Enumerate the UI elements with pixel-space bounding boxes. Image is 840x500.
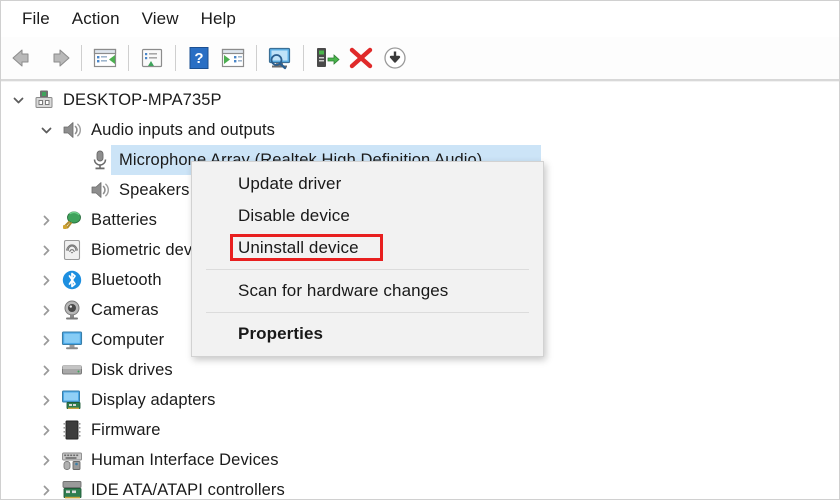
tree-item-display-adapters[interactable]: Display adapters: [1, 385, 839, 415]
tree-item-label: Display adapters: [91, 390, 216, 409]
chevron-down-icon[interactable]: [5, 85, 31, 115]
tree-item-audio-inputs-and-outputs[interactable]: Audio inputs and outputs: [1, 115, 839, 145]
tree-item-label: Firmware: [91, 420, 161, 439]
chevron-right-icon[interactable]: [33, 355, 59, 385]
chevron-right-icon[interactable]: [33, 385, 59, 415]
context-menu[interactable]: Update driver Disable device Uninstall d…: [191, 161, 544, 357]
chevron-right-icon[interactable]: [33, 445, 59, 475]
toolbar: ?: [1, 37, 839, 79]
firmware-chip-icon: [59, 417, 85, 443]
tree-item-label: Computer: [91, 330, 165, 349]
menu-bar: File Action View Help: [1, 1, 839, 37]
context-menu-item-scan-for-hardware-changes[interactable]: Scan for hardware changes: [192, 275, 543, 307]
tree-item-label: Audio inputs and outputs: [91, 120, 276, 139]
device-manager-window: File Action View Help ? DESKTOP-MPA735P …: [0, 0, 840, 500]
show-hide-action-pane-icon[interactable]: [216, 41, 250, 75]
battery-icon: [59, 207, 85, 233]
chevron-right-icon[interactable]: [33, 265, 59, 295]
context-menu-separator: [206, 312, 529, 313]
tree-item-label: DESKTOP-MPA735P: [63, 90, 222, 109]
chevron-down-icon[interactable]: [33, 115, 59, 145]
bluetooth-icon: [59, 267, 85, 293]
back-arrow-icon[interactable]: [7, 41, 41, 75]
chevron-right-icon[interactable]: [33, 325, 59, 355]
properties-icon[interactable]: [135, 41, 169, 75]
menu-help[interactable]: Help: [190, 7, 247, 31]
tree-item-label: Disk drives: [91, 360, 173, 379]
context-menu-separator: [206, 269, 529, 270]
chevron-right-icon[interactable]: [33, 205, 59, 235]
update-driver-icon[interactable]: [310, 41, 344, 75]
chevron-right-icon[interactable]: [33, 475, 59, 499]
camera-icon: [59, 297, 85, 323]
toolbar-separator: [81, 45, 82, 71]
chevron-right-icon[interactable]: [33, 295, 59, 325]
tree-item-label: IDE ATA/ATAPI controllers: [91, 480, 285, 499]
toolbar-separator: [175, 45, 176, 71]
monitor-icon: [59, 327, 85, 353]
toolbar-divider-light: [1, 81, 839, 82]
ide-controller-icon: [59, 477, 85, 499]
speaker-icon: [59, 117, 85, 143]
toolbar-separator: [128, 45, 129, 71]
hid-icon: [59, 447, 85, 473]
display-adapter-icon: [59, 387, 85, 413]
microphone-icon: [87, 147, 113, 173]
forward-arrow-icon[interactable]: [41, 41, 75, 75]
uninstall-device-icon[interactable]: [378, 41, 412, 75]
context-menu-item-properties[interactable]: Properties: [192, 318, 543, 350]
toolbar-separator: [303, 45, 304, 71]
tree-item-ide-ata-atapi-controllers[interactable]: IDE ATA/ATAPI controllers: [1, 475, 839, 499]
computer-root-icon: [31, 87, 57, 113]
svg-text:?: ?: [194, 50, 203, 67]
speaker-icon: [87, 177, 113, 203]
show-hide-console-tree-icon[interactable]: [88, 41, 122, 75]
tree-item-label: Cameras: [91, 300, 159, 319]
chevron-placeholder-icon: [61, 145, 87, 175]
tree-item-firmware[interactable]: Firmware: [1, 415, 839, 445]
tree-item-human-interface-devices[interactable]: Human Interface Devices: [1, 445, 839, 475]
disable-device-icon[interactable]: [344, 41, 378, 75]
disk-drive-icon: [59, 357, 85, 383]
menu-action[interactable]: Action: [61, 7, 131, 31]
tree-item-desktop[interactable]: DESKTOP-MPA735P: [1, 85, 839, 115]
tree-item-disk-drives[interactable]: Disk drives: [1, 355, 839, 385]
chevron-right-icon[interactable]: [33, 415, 59, 445]
toolbar-separator: [256, 45, 257, 71]
fingerprint-icon: [59, 237, 85, 263]
tree-item-label: Batteries: [91, 210, 158, 229]
menu-file[interactable]: File: [11, 7, 61, 31]
scan-hardware-changes-icon[interactable]: [263, 41, 297, 75]
help-icon[interactable]: ?: [182, 41, 216, 75]
context-menu-item-disable-device[interactable]: Disable device: [192, 200, 543, 232]
chevron-placeholder-icon: [61, 175, 87, 205]
menu-view[interactable]: View: [131, 7, 190, 31]
context-menu-item-uninstall-device[interactable]: Uninstall device: [192, 232, 543, 264]
tree-item-label: Bluetooth: [91, 270, 162, 289]
chevron-right-icon[interactable]: [33, 235, 59, 265]
context-menu-item-update-driver[interactable]: Update driver: [192, 168, 543, 200]
tree-item-label: Human Interface Devices: [91, 450, 279, 469]
